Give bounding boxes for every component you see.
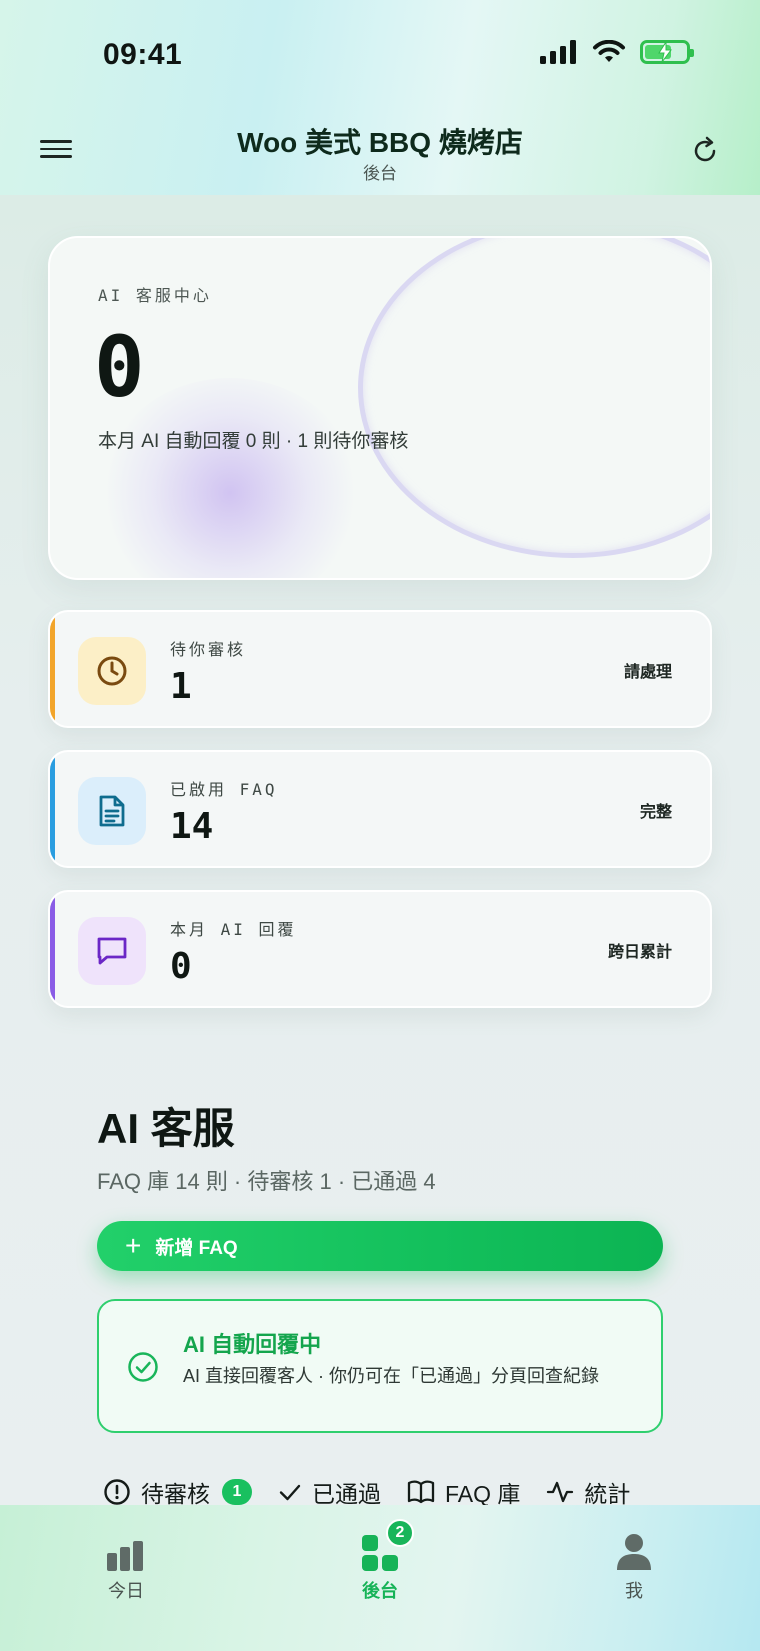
stat-label: 本月 AI 回覆 — [170, 920, 297, 939]
add-faq-label: 新增 FAQ — [155, 1237, 238, 1259]
tab-faq-library[interactable]: FAQ 庫 — [407, 1475, 520, 1509]
document-icon — [78, 777, 146, 845]
auto-reply-banner: AI 自動回覆中 AI 直接回覆客人 · 你仍可在「已通過」分頁回查紀錄 — [97, 1299, 663, 1433]
stat-card-pending[interactable]: 待你審核 1 請處理 — [48, 610, 712, 728]
tab-pending[interactable]: 待審核 1 — [103, 1475, 252, 1509]
nav-badge: 2 — [386, 1519, 414, 1547]
chat-icon — [78, 917, 146, 985]
ai-center-value: 0 — [94, 318, 145, 416]
tab-label: FAQ 庫 — [445, 1481, 521, 1507]
page-subtitle: 後台 — [363, 164, 397, 183]
person-icon — [617, 1534, 651, 1570]
nav-label: 今日 — [108, 1581, 144, 1601]
add-faq-button[interactable]: + 新增 FAQ — [97, 1221, 663, 1271]
wifi-icon — [593, 40, 625, 62]
pending-count-badge: 1 — [222, 1479, 252, 1505]
tab-label: 已通過 — [312, 1481, 381, 1507]
stat-label: 已啟用 FAQ — [170, 780, 278, 799]
refresh-icon[interactable] — [690, 136, 720, 166]
decorative-ring — [358, 238, 710, 558]
accent-bar — [50, 752, 55, 866]
section-subtitle: FAQ 庫 14 則 · 待審核 1 · 已通過 4 — [97, 1169, 436, 1194]
page-title: Woo 美式 BBQ 燒烤店 — [237, 127, 523, 158]
stat-value: 1 — [170, 666, 192, 707]
tab-label: 待審核 — [141, 1481, 210, 1507]
battery-icon — [640, 40, 694, 64]
accent-bar — [50, 612, 55, 726]
stat-card-faq[interactable]: 已啟用 FAQ 14 完整 — [48, 750, 712, 868]
clock-icon — [78, 637, 146, 705]
tab-label: 統計 — [584, 1481, 631, 1507]
alert-circle-icon — [104, 1479, 130, 1505]
accent-bar — [50, 892, 55, 1006]
auto-reply-description: AI 直接回覆客人 · 你仍可在「已通過」分頁回查紀錄 — [183, 1366, 600, 1386]
auto-reply-title: AI 自動回覆中 — [183, 1332, 322, 1357]
tab-stats[interactable]: 統計 — [546, 1475, 630, 1509]
ai-center-label: AI 客服中心 — [98, 286, 212, 305]
check-circle-icon — [128, 1352, 158, 1382]
check-icon — [279, 1484, 301, 1501]
status-time: 09:41 — [103, 38, 183, 71]
tab-approved[interactable]: 已通過 — [278, 1475, 381, 1509]
stat-value: 0 — [170, 946, 192, 987]
bottom-nav: 今日 2 後台 我 — [0, 1505, 760, 1651]
ai-center-description: 本月 AI 自動回覆 0 則 · 1 則待你審核 — [98, 431, 409, 452]
nav-label: 後台 — [362, 1581, 398, 1601]
ai-center-card: AI 客服中心 0 本月 AI 自動回覆 0 則 · 1 則待你審核 — [48, 236, 712, 580]
bar-chart-icon — [107, 1541, 143, 1571]
stat-action[interactable]: 跨日累計 — [608, 938, 672, 962]
section-title: AI 客服 — [97, 1105, 235, 1152]
nav-item-today[interactable]: 今日 — [66, 1527, 186, 1603]
stat-action[interactable]: 完整 — [640, 798, 672, 822]
status-icons — [540, 40, 694, 64]
stat-label: 待你審核 — [170, 640, 247, 659]
nav-item-backend[interactable]: 2 後台 — [320, 1519, 440, 1603]
book-icon — [407, 1480, 435, 1504]
activity-icon — [547, 1481, 574, 1503]
stat-value: 14 — [170, 806, 214, 847]
plus-icon: + — [125, 1230, 142, 1261]
signal-icon — [540, 40, 576, 64]
nav-item-me[interactable]: 我 — [574, 1527, 694, 1603]
nav-label: 我 — [625, 1581, 643, 1601]
stat-card-ai-replies[interactable]: 本月 AI 回覆 0 跨日累計 — [48, 890, 712, 1008]
stat-action[interactable]: 請處理 — [624, 658, 672, 682]
